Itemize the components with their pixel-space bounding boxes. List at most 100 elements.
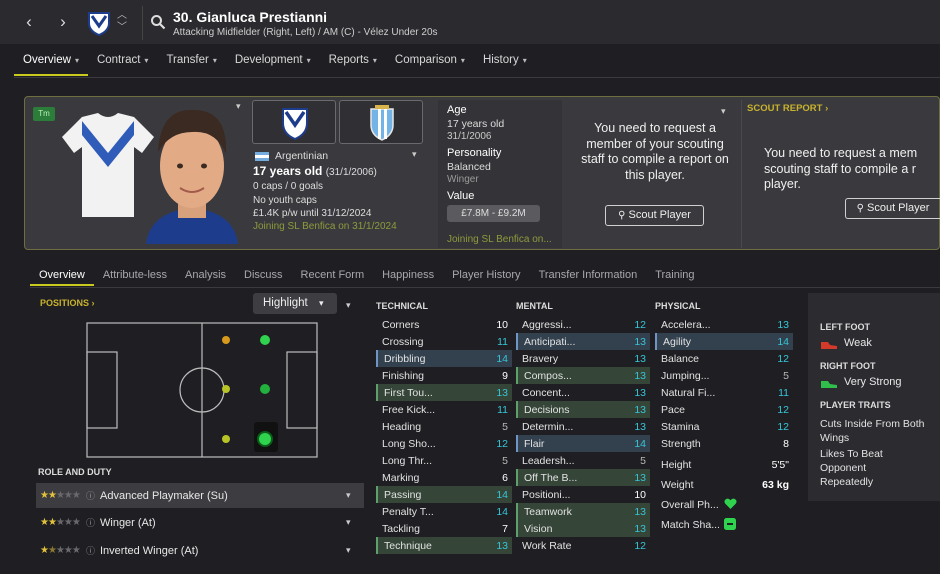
attribute-name: Penalty T... bbox=[382, 505, 434, 518]
attribute-row[interactable]: Positioni... 10 bbox=[516, 486, 650, 503]
attribute-row[interactable]: Balance 12 bbox=[655, 350, 793, 367]
attribute-row[interactable]: Heading 5 bbox=[376, 418, 512, 435]
attribute-row[interactable]: Tackling 7 bbox=[376, 520, 512, 537]
attribute-name: Strength bbox=[661, 437, 701, 450]
attribute-row[interactable]: Teamwork 13 bbox=[516, 503, 650, 520]
positions-link[interactable]: POSITIONS › bbox=[40, 298, 95, 308]
attribute-value: 13 bbox=[634, 471, 646, 484]
role-row[interactable]: ★★★★★ ⓘ Winger (At) ▾ bbox=[36, 510, 364, 535]
attribute-row[interactable]: Strength 8 bbox=[655, 435, 793, 452]
divider bbox=[741, 100, 742, 248]
attribute-row[interactable]: Passing 14 bbox=[376, 486, 512, 503]
search-icon[interactable] bbox=[150, 14, 166, 30]
attribute-row[interactable]: Agility 14 bbox=[655, 333, 793, 350]
attribute-row[interactable]: Pace 12 bbox=[655, 401, 793, 418]
technical-list: Corners 10 Crossing 11 Dribbling 14 Finishing 9… bbox=[376, 316, 512, 554]
scout-report-link[interactable]: SCOUT REPORT › bbox=[747, 103, 828, 114]
transfer-status[interactable]: Joining SL Benfica on 31/1/2024 bbox=[253, 221, 397, 232]
attribute-name: Pace bbox=[661, 403, 685, 416]
chevron-down-icon[interactable]: ▾ bbox=[412, 149, 417, 160]
chevron-up-icon[interactable]: ︿ bbox=[116, 10, 128, 22]
attribute-name: Compos... bbox=[524, 369, 572, 382]
tab-development[interactable]: Development ▾ bbox=[226, 50, 320, 76]
attribute-row[interactable]: Anticipati... 13 bbox=[516, 333, 650, 350]
sub-tabs: Overview Attribute-less Analysis Discuss… bbox=[30, 266, 704, 286]
back-button[interactable]: ‹ bbox=[18, 10, 40, 34]
club-crest-icon[interactable] bbox=[86, 10, 112, 36]
chevron-down-icon[interactable]: ▾ bbox=[721, 106, 726, 117]
transfer-status[interactable]: Joining SL Benfica on... bbox=[447, 234, 552, 245]
national-team-crest-button[interactable] bbox=[339, 100, 423, 144]
player-subtitle: Attacking Midfielder (Right, Left) / AM … bbox=[173, 27, 438, 38]
subtab-attribute-less[interactable]: Attribute-less bbox=[94, 266, 176, 286]
scout-player-button[interactable]: ⚲ Scout Player bbox=[605, 205, 704, 226]
attribute-row[interactable]: Vision 13 bbox=[516, 520, 650, 537]
attribute-row[interactable]: Marking 6 bbox=[376, 469, 512, 486]
tab-transfer[interactable]: Transfer ▾ bbox=[157, 50, 225, 76]
tab-history[interactable]: History ▾ bbox=[474, 50, 536, 76]
attribute-row[interactable]: Technique 13 bbox=[376, 537, 512, 554]
chevron-down-icon[interactable]: ﹀ bbox=[116, 22, 128, 34]
subtab-overview[interactable]: Overview bbox=[30, 266, 94, 286]
chevron-down-icon: ▾ bbox=[144, 56, 149, 65]
attribute-row[interactable]: Off The B... 13 bbox=[516, 469, 650, 486]
subtab-player-history[interactable]: Player History bbox=[443, 266, 529, 286]
attribute-row[interactable]: Flair 14 bbox=[516, 435, 650, 452]
chevron-down-icon[interactable]: ▾ bbox=[236, 101, 241, 112]
left-foot-heading: LEFT FOOT bbox=[820, 322, 870, 332]
tab-contract[interactable]: Contract ▾ bbox=[88, 50, 157, 76]
forward-button[interactable]: › bbox=[52, 10, 74, 34]
attribute-row[interactable]: Penalty T... 14 bbox=[376, 503, 512, 520]
attribute-row[interactable]: Bravery 13 bbox=[516, 350, 650, 367]
attribute-name: First Tou... bbox=[384, 386, 433, 399]
attribute-name: Finishing bbox=[382, 369, 425, 382]
subtab-recent-form[interactable]: Recent Form bbox=[292, 266, 374, 286]
subtab-discuss[interactable]: Discuss bbox=[235, 266, 292, 286]
chevron-down-icon: ▾ bbox=[346, 545, 351, 555]
attribute-name: Long Sho... bbox=[382, 437, 436, 450]
attribute-row[interactable]: Decisions 13 bbox=[516, 401, 650, 418]
role-row[interactable]: ★★★★★ ⓘ Inverted Winger (At) ▾ bbox=[36, 538, 364, 563]
attribute-row[interactable]: Leadersh... 5 bbox=[516, 452, 650, 469]
attribute-row[interactable]: Corners 10 bbox=[376, 316, 512, 333]
attribute-row[interactable]: Accelera... 13 bbox=[655, 316, 793, 333]
chevron-down-icon[interactable]: ▾ bbox=[346, 300, 351, 311]
attribute-row[interactable]: Free Kick... 11 bbox=[376, 401, 512, 418]
attribute-row[interactable]: Concent... 13 bbox=[516, 384, 650, 401]
tab-reports[interactable]: Reports ▾ bbox=[320, 50, 386, 76]
attribute-row[interactable]: Compos... 13 bbox=[516, 367, 650, 384]
attribute-name: Crossing bbox=[382, 335, 424, 348]
attribute-row[interactable]: Dribbling 14 bbox=[376, 350, 512, 367]
chevron-down-icon: ▾ bbox=[346, 517, 351, 527]
subtab-training[interactable]: Training bbox=[646, 266, 703, 286]
subtab-analysis[interactable]: Analysis bbox=[176, 266, 235, 286]
position-dot bbox=[260, 335, 270, 345]
attribute-row[interactable]: Long Thr... 5 bbox=[376, 452, 512, 469]
attribute-row[interactable]: Finishing 9 bbox=[376, 367, 512, 384]
subtab-transfer-information[interactable]: Transfer Information bbox=[530, 266, 647, 286]
highlight-dropdown[interactable]: Highlight ▾ bbox=[253, 293, 337, 314]
scout-player-button[interactable]: ⚲ Scout Player bbox=[845, 198, 940, 219]
info-icon: ⓘ bbox=[86, 491, 96, 501]
club-crest-button[interactable] bbox=[252, 100, 336, 144]
attribute-row[interactable]: Natural Fi... 11 bbox=[655, 384, 793, 401]
position-dot bbox=[222, 385, 230, 393]
attribute-name: Free Kick... bbox=[382, 403, 436, 416]
tab-overview[interactable]: Overview ▾ bbox=[14, 50, 88, 76]
attribute-name: Tackling bbox=[382, 522, 420, 535]
attribute-value: 13 bbox=[634, 420, 646, 433]
attribute-name: Decisions bbox=[524, 403, 570, 416]
attribute-row[interactable]: Work Rate 12 bbox=[516, 537, 650, 554]
attribute-row[interactable]: Stamina 12 bbox=[655, 418, 793, 435]
attribute-row[interactable]: Jumping... 5 bbox=[655, 367, 793, 384]
attribute-row[interactable]: Determin... 13 bbox=[516, 418, 650, 435]
attribute-row[interactable]: Crossing 11 bbox=[376, 333, 512, 350]
chevron-down-icon: ▾ bbox=[318, 298, 324, 308]
attribute-row[interactable]: Long Sho... 12 bbox=[376, 435, 512, 452]
personality-label: Personality bbox=[447, 147, 502, 159]
subtab-happiness[interactable]: Happiness bbox=[373, 266, 443, 286]
role-row[interactable]: ★★★★★ ⓘ Advanced Playmaker (Su) ▾ bbox=[36, 483, 364, 508]
attribute-row[interactable]: Aggressi... 12 bbox=[516, 316, 650, 333]
attribute-row[interactable]: First Tou... 13 bbox=[376, 384, 512, 401]
tab-comparison[interactable]: Comparison ▾ bbox=[386, 50, 474, 76]
